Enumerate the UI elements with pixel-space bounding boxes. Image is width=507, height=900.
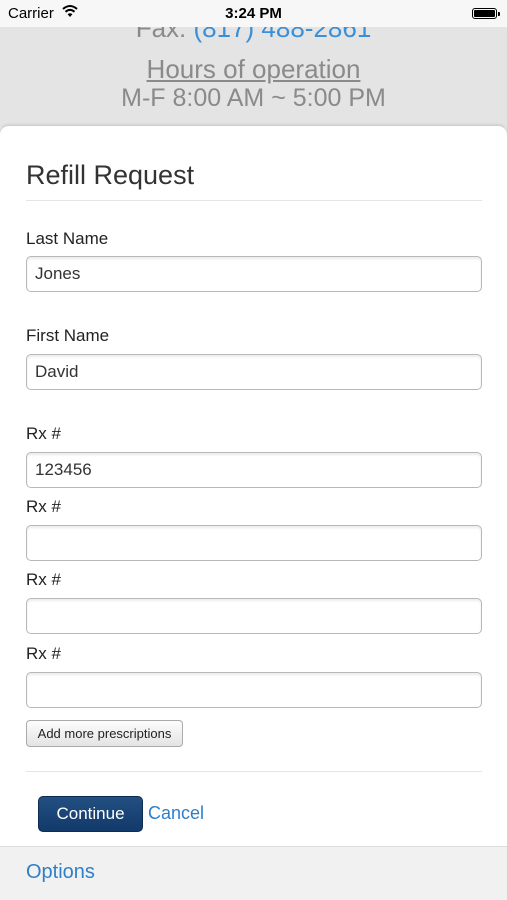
fax-line: Fax: (817) 488-2861: [0, 27, 507, 44]
options-button[interactable]: Options: [26, 861, 95, 884]
contact-info: Fax: (817) 488-2861 Hours of operation M…: [0, 27, 507, 127]
continue-button[interactable]: Continue: [38, 796, 143, 832]
rx-label-2: Rx #: [26, 497, 61, 516]
cancel-link[interactable]: Cancel: [148, 803, 204, 824]
fax-label: Fax:: [135, 27, 187, 43]
first-name-label: First Name: [26, 326, 110, 345]
status-bar: Carrier 3:24 PM: [0, 0, 507, 27]
rx-field-1[interactable]: 123456: [26, 452, 482, 488]
rx-label-3: Rx #: [26, 570, 61, 589]
panel-title: Refill Request: [26, 160, 195, 190]
hours-value: M-F 8:00 AM ~ 5:00 PM: [121, 84, 386, 112]
last-name-label: Last Name: [26, 229, 109, 248]
rx-label-4: Rx #: [26, 644, 61, 663]
hours-title: Hours of operation: [146, 54, 361, 84]
title-divider: [26, 200, 482, 201]
rx-label-1: Rx #: [26, 424, 61, 443]
battery-icon: [472, 8, 500, 19]
bottom-toolbar: Options: [0, 846, 507, 900]
rx-field-4[interactable]: [26, 672, 482, 708]
clock: 3:24 PM: [225, 5, 282, 22]
actions-divider: [26, 771, 482, 772]
last-name-field[interactable]: Jones: [26, 256, 482, 292]
refill-request-panel: Refill Request Last Name Jones First Nam…: [0, 126, 507, 846]
fax-number-link[interactable]: (817) 488-2861: [194, 27, 372, 43]
rx-field-2[interactable]: [26, 525, 482, 561]
first-name-field[interactable]: David: [26, 354, 482, 390]
battery-fill: [474, 10, 495, 17]
rx-field-3[interactable]: [26, 598, 482, 634]
add-more-prescriptions-button[interactable]: Add more prescriptions: [26, 720, 183, 747]
battery-tip: [498, 12, 500, 16]
